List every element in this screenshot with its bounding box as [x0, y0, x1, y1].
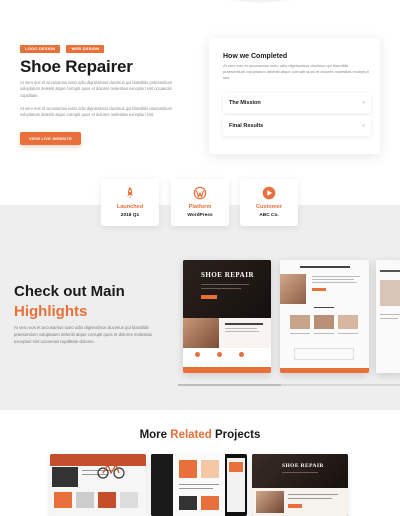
project-hero: LOGO DESIGN WEB DESIGN Shoe Repairer At … — [0, 0, 400, 205]
accordion-label: Final Results — [229, 123, 264, 129]
stat-value: 2018 Q1 — [120, 213, 140, 218]
related-title-suffix: Projects — [215, 429, 261, 441]
bicycle-icon — [97, 464, 125, 479]
customer-logo-icon — [262, 186, 276, 200]
stat-value: ABC Co. — [259, 213, 279, 218]
how-we-completed-card: How we Completed At vero eos et accusamu… — [209, 38, 380, 154]
stat-launched: Launched 2018 Q1 — [101, 179, 159, 226]
stat-label: Platform — [188, 204, 212, 210]
related-project-thumbnail[interactable] — [151, 454, 247, 516]
highlight-screenshot-homepage[interactable]: SHOE REPAIR — [183, 260, 271, 373]
highlights-title-line2: Highlights — [14, 303, 88, 320]
completed-title: How we Completed — [223, 53, 288, 60]
stat-label: Customer — [255, 204, 283, 210]
wordpress-icon — [193, 186, 207, 200]
rocket-icon — [127, 187, 133, 199]
accordion-final-results[interactable]: Final Results + — [223, 116, 371, 136]
project-description-1: At vero eos et accusamus iusto odio dign… — [20, 80, 172, 98]
view-live-website-button[interactable]: VIEW LIVE WEBSITE — [20, 132, 81, 145]
highlights-title-line1: Check out Main — [14, 283, 125, 300]
decorative-shadow — [220, 0, 300, 4]
completed-description: At vero eos et accusamus iusto odio dign… — [223, 63, 369, 80]
related-project-thumbnail[interactable]: SHOE REPAIR — [252, 454, 348, 516]
plus-icon: + — [362, 123, 365, 129]
plus-icon: + — [362, 100, 365, 106]
tag-logo-design[interactable]: LOGO DESIGN — [20, 45, 61, 53]
related-project-thumbnail[interactable] — [50, 454, 146, 516]
screenshot-brand: SHOE REPAIR — [201, 271, 255, 279]
thumbnail-brand: SHOE REPAIR — [282, 463, 324, 469]
accordion-label: The Mission — [229, 100, 261, 106]
accordion-the-mission[interactable]: The Mission + — [223, 93, 371, 113]
stat-customer: Customer ABC Co. — [240, 179, 298, 226]
project-title: Shoe Repairer — [20, 57, 133, 76]
highlights-description: At vero eos et accusamus iusto odio dign… — [14, 325, 153, 344]
related-title-prefix: More — [139, 429, 168, 441]
highlights-title: Check out Main Highlights — [14, 282, 125, 322]
stat-value: WordPress — [187, 213, 213, 218]
project-description-2: At vero eos et accusamus iusto odio dign… — [20, 106, 172, 118]
related-title-accent: Related — [170, 429, 212, 441]
related-projects-title: More Related Projects — [0, 429, 400, 441]
stat-label: Launched — [116, 204, 144, 210]
tag-web-design[interactable]: WEB DESIGN — [66, 45, 105, 53]
project-tags: LOGO DESIGN WEB DESIGN — [20, 45, 105, 53]
highlight-screenshot-services[interactable] — [280, 260, 369, 373]
carousel-scrollbar-thumb[interactable] — [178, 384, 281, 386]
stat-platform: Platform WordPress — [171, 179, 229, 226]
highlight-screenshot-partial[interactable] — [376, 260, 400, 373]
